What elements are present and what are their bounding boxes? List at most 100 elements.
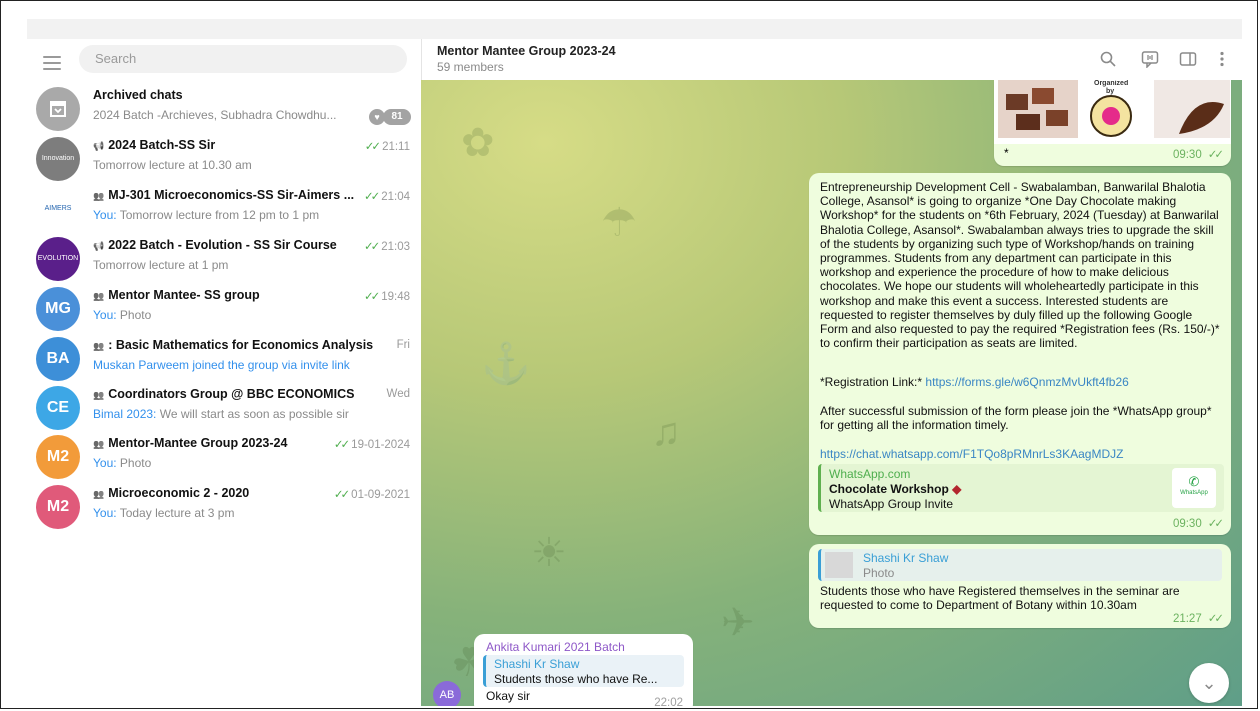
preview-description: WhatsApp Group Invite [829,497,954,511]
chat-list-item[interactable]: M2 👥 Mentor-Mantee Group 2023-24 ✓✓ 19-01-20… [27,432,420,482]
chat-preview: Bimal 2023: We will start as soon as pos… [93,407,349,421]
photo-caption: * [1004,146,1009,160]
poster-organized-text: Organized [1094,80,1129,87]
reply-text: Students those who have Re... [494,672,658,686]
read-receipt-icon: ✓✓ [363,291,380,303]
message-time: 22:02 [654,697,683,706]
preview-title: Chocolate Workshop ◆ [829,482,962,496]
chat-avatar: M2 [36,435,80,479]
whatsapp-link[interactable]: https://chat.whatsapp.com/F1TQo8pRMnrLs3… [820,447,1222,461]
incoming-text: Okay sir [486,689,531,703]
more-options-icon[interactable] [1213,50,1231,68]
message-time: 09:30 ✓✓ [1172,149,1224,161]
whatsapp-instruction-text: After successful submission of the form … [820,404,1212,433]
channel-icon: 📢 [93,141,105,151]
chat-avatar: CE [36,386,80,430]
photo-message[interactable]: Organized by * 09:30 ✓✓ [994,80,1231,166]
read-receipt-icon: ✓✓ [363,191,380,203]
registration-label: *Registration Link:* [820,375,926,389]
sidebar-toggle-icon[interactable] [1179,50,1197,68]
chat-avatar: M2 [36,485,80,529]
reply-quote[interactable]: Shashi Kr Shaw Photo [818,549,1222,581]
group-icon: 👥 [93,489,105,499]
read-receipt-icon: ✓✓ [364,141,381,153]
chat-title[interactable]: Mentor Mantee Group 2023-24 [437,44,616,58]
chat-time: Fri [396,339,410,351]
chat-name: 👥 Mentor-Mantee Group 2023-24 [93,436,288,450]
title-bar [27,19,1242,39]
scroll-to-bottom-button[interactable]: ⌄ [1189,663,1229,703]
chat-name: 📢 2022 Batch - Evolution - SS Sir Course [93,238,337,252]
voice-chat-icon[interactable] [1141,50,1159,68]
workshop-message[interactable]: Entrepreneurship Development Cell - Swab… [809,173,1231,535]
whatsapp-thumbnail: ✆ WhatsApp [1172,468,1216,508]
incoming-message[interactable]: Ankita Kumari 2021 Batch Shashi Kr Shaw … [474,634,693,706]
chat-preview: You: Photo [93,308,152,322]
registration-link[interactable]: https://forms.gle/w6QnmzMvUkft4fb26 [925,375,1128,389]
chat-list-item[interactable]: Innovation 📢 2024 Batch-SS Sir ✓✓ 21:11 Tomor… [27,134,420,184]
chat-name: 📢 2024 Batch-SS Sir [93,138,216,152]
search-input[interactable]: Search [79,45,407,73]
group-icon: 👥 [93,341,105,351]
chat-list-item[interactable]: BA 👥: Basic Mathematics for Economics Ana… [27,334,420,384]
pattern-doodle-icon: ✈ [721,601,755,645]
chat-preview: Muskan Parweem joined the group via invi… [93,358,350,372]
link-preview-card[interactable]: WhatsApp.com Chocolate Workshop ◆ WhatsA… [818,464,1224,512]
chat-list-item[interactable]: MG 👥 Mentor Mantee- SS group ✓✓ 19:48 You: Ph… [27,284,420,334]
chat-list-item[interactable]: EVOLUTION 📢 2022 Batch - Evolution - SS Si… [27,234,420,284]
reply-type: Photo [863,566,895,580]
message-time: 21:27 ✓✓ [1172,613,1224,625]
chat-name: Archived chats [93,88,183,102]
pattern-doodle-icon: ☀ [531,531,567,575]
chat-name: 👥 Coordinators Group @ BBC ECONOMICS [93,387,355,401]
read-receipt-icon: ✓✓ [333,439,350,451]
chat-time: ✓✓ 21:03 [363,241,410,253]
chat-time: ✓✓ 21:04 [363,191,410,203]
poster-by-text: by [1106,88,1115,95]
chat-avatar: AIMERS [36,187,80,231]
search-icon[interactable] [1099,50,1117,68]
chocolate-icon: ◆ [952,482,962,496]
hamburger-menu-icon[interactable] [43,56,61,70]
group-icon: 👥 [93,390,105,400]
sender-name[interactable]: Ankita Kumari 2021 Batch [486,640,625,654]
chat-list-item[interactable]: CE 👥 Coordinators Group @ BBC ECONOMICS Wed… [27,383,420,433]
message-time: 09:30 ✓✓ [1172,518,1224,530]
chat-preview: Tomorrow lecture at 10.30 am [93,158,252,172]
group-icon: 👥 [93,439,105,449]
pattern-doodle-icon: ⚓ [481,342,531,386]
chat-preview: You: Tomorrow lecture from 12 pm to 1 pm [93,208,320,222]
chat-list-item[interactable]: Archived chats 2024 Batch -Archieves, Sub… [27,84,420,134]
chat-avatar: EVOLUTION [36,237,80,281]
chat-name: 👥: Basic Mathematics for Economics Analy… [93,338,374,352]
reply-author: Shashi Kr Shaw [494,657,580,671]
group-icon: 👥 [93,191,105,201]
chat-name: 👥 MJ-301 Microeconomics-SS Sir-Aimers ... [93,188,355,202]
chat-name: 👥 Mentor Mantee- SS group [93,288,260,302]
member-count: 59 members [437,60,504,74]
chat-time: ✓✓ 19:48 [363,291,410,303]
chat-time: ✓✓ 21:11 [364,141,410,153]
chat-list-item[interactable]: M2 👥 Microeconomic 2 - 2020 ✓✓ 01-09-2021 You… [27,482,420,532]
archive-icon [36,87,80,131]
reply-quote[interactable]: Shashi Kr Shaw Students those who have R… [483,655,684,687]
message-area: ✿ ☂ ⚓ ♫ ☀ ✈ ☘ Organized by * 09:30 ✓✓ Ent… [421,80,1242,706]
chat-preview: Tomorrow lecture at 1 pm [93,258,229,272]
pattern-doodle-icon: ♫ [651,410,681,454]
chat-header: Mentor Mantee Group 2023-24 59 members [421,39,1243,80]
chat-list-item[interactable]: AIMERS 👥 MJ-301 Microeconomics-SS Sir-Aime… [27,184,420,234]
channel-icon: 📢 [93,241,105,251]
chat-avatar: Innovation [36,137,80,181]
chat-time: ✓✓ 01-09-2021 [333,489,410,501]
workshop-text: Entrepreneurship Development Cell - Swab… [820,180,1220,351]
chat-preview: You: Today lecture at 3 pm [93,506,235,520]
seminar-message[interactable]: Shashi Kr Shaw Photo Students those who … [809,544,1231,628]
seminar-text: Students those who have Registered thems… [820,584,1180,613]
chat-time: ✓✓ 19-01-2024 [333,439,410,451]
reply-photo-thumbnail [825,552,853,578]
read-receipt-icon: ✓✓ [333,489,350,501]
pattern-doodle-icon: ☂ [601,201,637,245]
chat-avatar: BA [36,337,80,381]
read-receipt-icon: ✓✓ [363,241,380,253]
sender-avatar[interactable]: AB [433,681,461,706]
